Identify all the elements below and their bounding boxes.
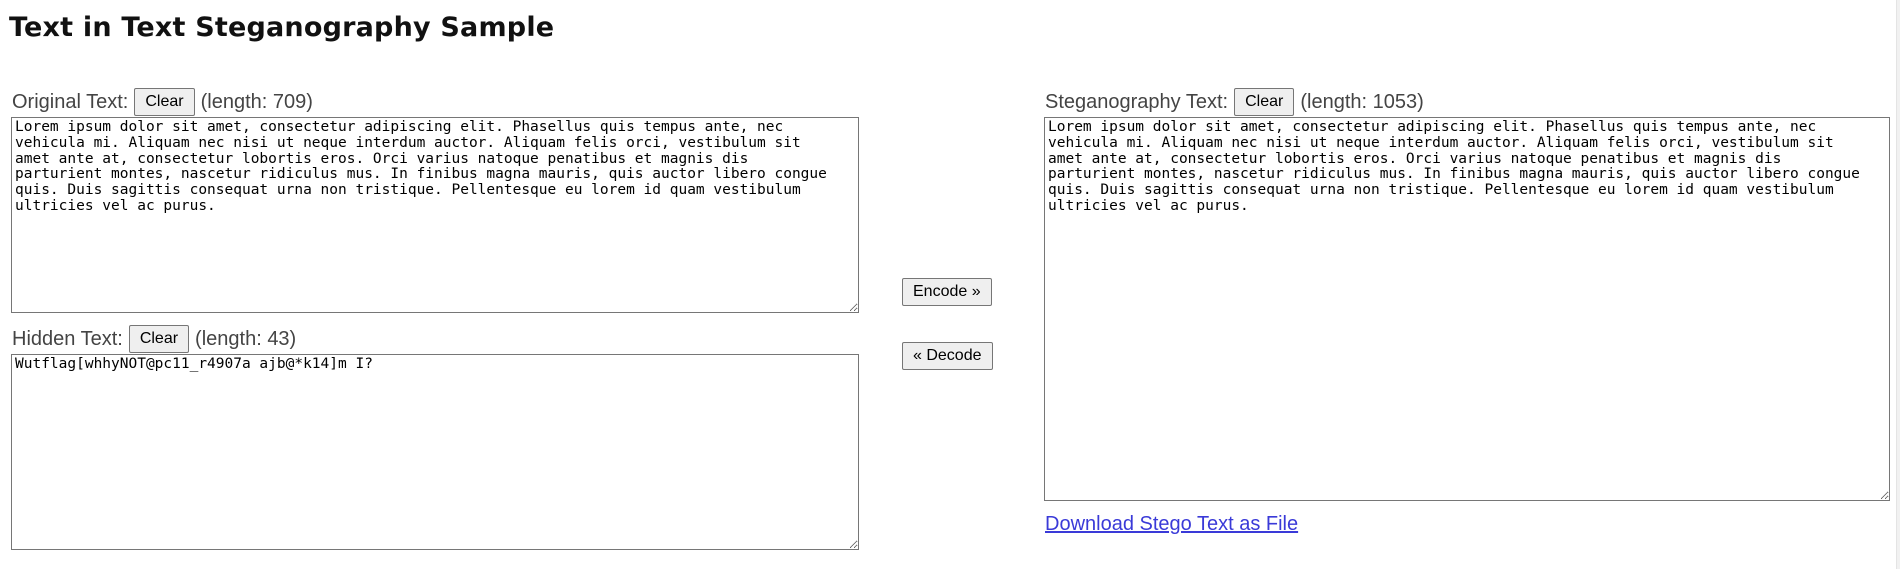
encode-button[interactable]: Encode » [902,278,992,306]
hidden-text-label: Hidden Text: [12,327,123,350]
clear-original-button[interactable]: Clear [134,88,195,116]
original-text-header: Original Text: Clear (length: 709) [12,88,313,116]
clear-hidden-button[interactable]: Clear [128,325,190,353]
stego-text-area[interactable]: Lorem ipsum dolor sit amet, consectetur … [1044,117,1890,501]
hidden-text-length: (length: 43) [195,327,297,350]
stego-text-label: Steganography Text: [1045,90,1229,113]
download-stego-link[interactable]: Download Stego Text as File [1045,513,1298,536]
stego-text-length: (length: 1053) [1300,90,1424,113]
decode-button[interactable]: « Decode [902,342,993,370]
original-text-length: (length: 709) [200,90,313,113]
stego-text-header: Steganography Text: Clear (length: 1053) [1045,88,1424,116]
original-text-label: Original Text: [12,90,129,113]
hidden-text-area[interactable]: Wutflag[whhyNOT@pc11_r4907a ajb@*k14]m I… [11,354,859,550]
clear-stego-button[interactable]: Clear [1234,88,1295,116]
page-title: Text in Text Steganography Sample [9,12,555,43]
hidden-text-header: Hidden Text: Clear (length: 43) [12,325,296,353]
window-scrollbar-edge [1896,0,1900,569]
original-text-area[interactable]: Lorem ipsum dolor sit amet, consectetur … [11,117,859,313]
